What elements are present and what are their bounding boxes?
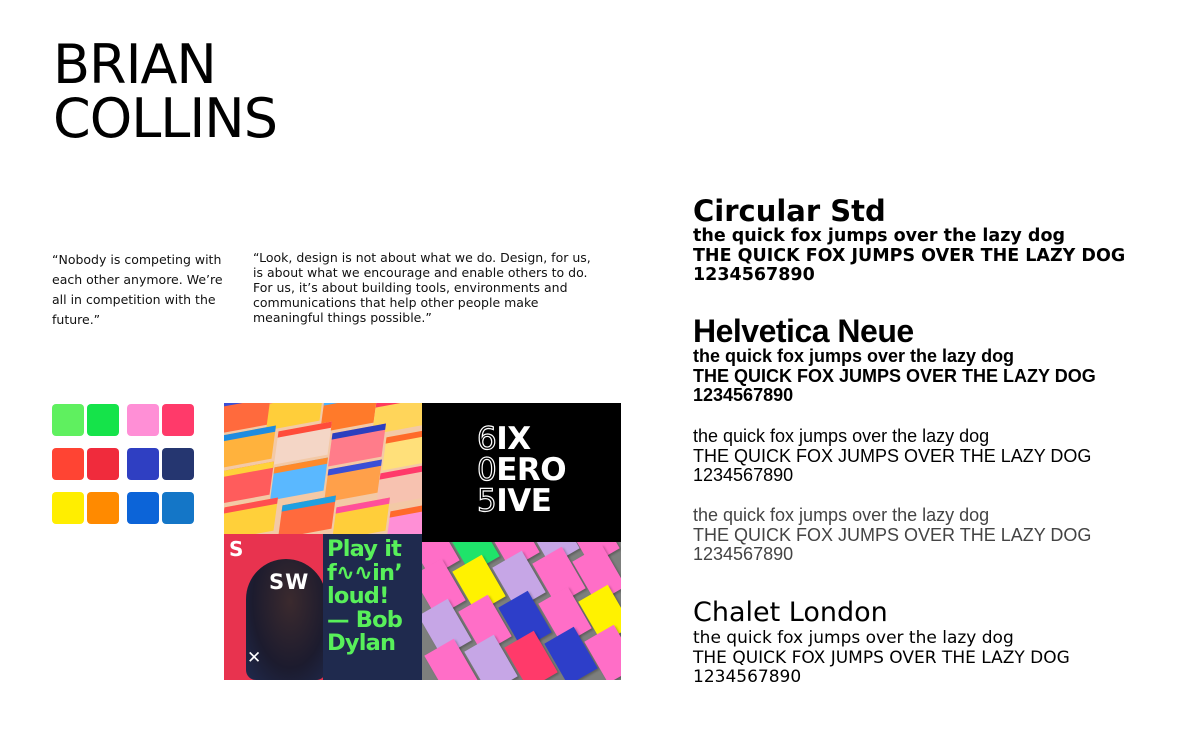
color-swatch (87, 492, 119, 524)
color-swatch (87, 404, 119, 436)
title-line-1: BRIAN (53, 33, 217, 96)
business-cards-image (422, 542, 621, 680)
color-swatch (127, 404, 159, 436)
dylan-quote-text: Play it f∿∿in’ loud! — Bob Dylan (327, 536, 403, 656)
sample-digits: 1234567890 (693, 544, 794, 564)
sample-uppercase: THE QUICK FOX JUMPS OVER THE LAZY DOG (693, 245, 1126, 266)
book-stacks-image (224, 403, 422, 534)
moodboard: 6IX 0ERO 5IVE S SW ✕ Play it f∿∿in’ loud… (224, 403, 621, 680)
font-name: Circular Std (693, 194, 886, 228)
color-palette (52, 404, 197, 526)
font-specimen-helvetica-light: the quick fox jumps over the lazy dog TH… (693, 505, 1193, 565)
poster-line: Play it (327, 536, 402, 562)
sample-lowercase: the quick fox jumps over the lazy dog (693, 346, 1015, 366)
poster-s-mark: S (229, 537, 244, 561)
six-zero-five-poster: 6IX 0ERO 5IVE (422, 403, 621, 542)
font-specimen-helvetica-regular: the quick fox jumps over the lazy dog TH… (693, 426, 1193, 486)
sample-lowercase: the quick fox jumps over the lazy dog (693, 226, 1065, 246)
color-swatch (162, 448, 194, 480)
portrait-poster: S SW ✕ (224, 534, 326, 680)
color-swatch (87, 448, 119, 480)
poster-word: IVE (496, 483, 552, 519)
poster-x-mark: ✕ (247, 648, 262, 668)
color-swatch (162, 404, 194, 436)
font-name: Chalet London (693, 597, 888, 628)
poster-sw-mark: SW (269, 570, 310, 594)
quote-1: “Nobody is competing with each other any… (52, 252, 223, 327)
color-swatch (162, 492, 194, 524)
sample-uppercase: THE QUICK FOX JUMPS OVER THE LAZY DOG (693, 445, 1092, 466)
color-swatch (52, 448, 84, 480)
sample-lowercase: the quick fox jumps over the lazy dog (693, 505, 990, 525)
sample-uppercase: THE QUICK FOX JUMPS OVER THE LAZY DOG (693, 647, 1070, 668)
font-specimen-circular: Circular Std the quick fox jumps over th… (693, 195, 1193, 286)
font-name: Helvetica Neue (693, 313, 914, 349)
font-specimen-chalet: Chalet London the quick fox jumps over t… (693, 597, 1193, 688)
font-specimen-helvetica-bold: Helvetica Neue the quick fox jumps over … (693, 315, 1193, 406)
poster-line: — Bob (327, 606, 403, 633)
sample-digits: 1234567890 (693, 265, 815, 285)
color-swatch (52, 492, 84, 524)
spotify-posters-image: S SW ✕ Play it f∿∿in’ loud! — Bob Dylan (224, 534, 422, 680)
sample-uppercase: THE QUICK FOX JUMPS OVER THE LAZY DOG (693, 365, 1096, 386)
sample-uppercase: THE QUICK FOX JUMPS OVER THE LAZY DOG (693, 524, 1092, 545)
title-line-2: COLLINS (53, 87, 278, 150)
poster-line: Dylan (327, 630, 396, 656)
dylan-quote-poster: Play it f∿∿in’ loud! — Bob Dylan (323, 534, 422, 680)
color-swatch (52, 404, 84, 436)
sample-digits: 1234567890 (693, 385, 794, 405)
sample-digits: 1234567890 (693, 667, 802, 687)
poster-line: f∿∿in’ (327, 559, 403, 586)
color-swatch (127, 448, 159, 480)
six-zero-five-logo: 6IX 0ERO 5IVE (476, 423, 566, 519)
poster-line: loud! (327, 583, 389, 609)
sample-lowercase: the quick fox jumps over the lazy dog (693, 426, 990, 446)
color-swatch (127, 492, 159, 524)
quote-2: “Look, design is not about what we do. D… (253, 250, 591, 325)
outline-digit: 5 (476, 483, 497, 519)
page-title: BRIAN COLLINS (53, 33, 278, 150)
sample-digits: 1234567890 (693, 465, 794, 485)
card-grid (422, 542, 621, 680)
sample-lowercase: the quick fox jumps over the lazy dog (693, 628, 1014, 648)
